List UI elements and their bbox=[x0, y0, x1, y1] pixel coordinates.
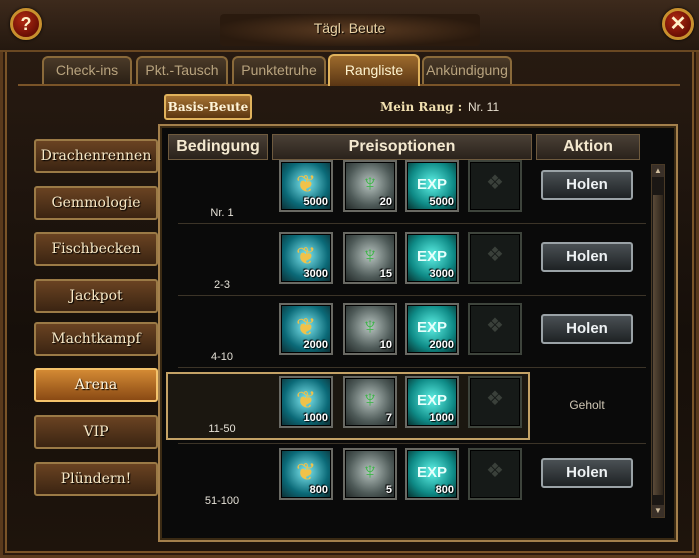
wings-item-icon: ❦ bbox=[295, 314, 317, 341]
silver-coin-icon: ♆ bbox=[361, 458, 379, 485]
tab-bar: Check-ins Pkt.-Tausch Punktetruhe Rangli… bbox=[18, 52, 680, 86]
claimed-status: Geholt bbox=[569, 398, 605, 412]
reward-slot[interactable]: ♆ 15 bbox=[343, 232, 397, 284]
sidebar-item-jackpot[interactable]: Jackpot bbox=[34, 279, 158, 313]
silver-coin-icon: ♆ bbox=[361, 386, 379, 413]
tab-check-ins[interactable]: Check-ins bbox=[42, 56, 132, 84]
scroll-up-icon[interactable]: ▲ bbox=[652, 165, 664, 177]
empty-slot-icon: ❖ bbox=[486, 244, 504, 266]
reward-slot[interactable]: ♆ 7 bbox=[343, 376, 397, 428]
reward-quantity: 2000 bbox=[429, 339, 454, 351]
sidebar-item-arena[interactable]: Arena bbox=[34, 368, 158, 402]
close-button[interactable]: ✕ bbox=[662, 8, 694, 40]
reward-quantity: 10 bbox=[379, 339, 392, 351]
reward-quantity: 5000 bbox=[429, 196, 454, 208]
reward-slot[interactable]: ❦ 3000 bbox=[279, 232, 333, 284]
empty-slot-icon: ❖ bbox=[486, 460, 504, 482]
reward-quantity: 3000 bbox=[303, 268, 328, 280]
exp-orb-icon: EXP bbox=[416, 392, 447, 409]
tab-ankuendigung[interactable]: Ankündigung bbox=[422, 56, 512, 84]
reward-quantity: 20 bbox=[379, 196, 392, 208]
reward-quantity: 1000 bbox=[429, 412, 454, 424]
reward-slot[interactable]: ♆ 20 bbox=[343, 160, 397, 212]
empty-slot-icon: ❖ bbox=[486, 388, 504, 410]
scroll-thumb[interactable] bbox=[653, 195, 663, 495]
reward-slot[interactable]: ♆ 5 bbox=[343, 448, 397, 500]
reward-quantity: 5 bbox=[385, 484, 392, 496]
reward-quantity: 2000 bbox=[303, 339, 328, 351]
exp-orb-icon: EXP bbox=[416, 319, 447, 336]
window-title: Tägl. Beute bbox=[313, 20, 386, 36]
rank-condition: 51-100 bbox=[204, 495, 240, 507]
reward-slot[interactable]: EXP 800 bbox=[405, 448, 459, 500]
wings-item-icon: ❦ bbox=[295, 387, 317, 414]
claim-button[interactable]: Holen bbox=[541, 314, 633, 344]
claim-button[interactable]: Holen bbox=[541, 458, 633, 488]
row-divider bbox=[178, 223, 646, 224]
reward-slot-empty: ❖ bbox=[468, 232, 522, 284]
reward-slot-empty: ❖ bbox=[468, 376, 522, 428]
claim-button[interactable]: Holen bbox=[541, 242, 633, 272]
reward-slot[interactable]: ❦ 800 bbox=[279, 448, 333, 500]
reward-quantity: 800 bbox=[435, 484, 454, 496]
silver-coin-icon: ♆ bbox=[361, 170, 379, 197]
tab-rangliste[interactable]: Rangliste bbox=[328, 54, 420, 86]
row-divider bbox=[178, 295, 646, 296]
reward-slot-empty: ❖ bbox=[468, 448, 522, 500]
reward-quantity: 15 bbox=[379, 268, 392, 280]
row-divider bbox=[178, 443, 646, 444]
silver-coin-icon: ♆ bbox=[361, 313, 379, 340]
rank-condition: 2-3 bbox=[214, 279, 230, 291]
reward-quantity: 7 bbox=[385, 412, 392, 424]
reward-quantity: 5000 bbox=[303, 196, 328, 208]
reward-slot[interactable]: ❦ 5000 bbox=[279, 160, 333, 212]
sidebar-item-pluendern[interactable]: Plündern! bbox=[34, 462, 158, 496]
reward-slot[interactable]: EXP 3000 bbox=[405, 232, 459, 284]
my-rank-value: Nr. 11 bbox=[468, 100, 500, 114]
row-divider bbox=[178, 367, 646, 368]
claim-button[interactable]: Holen bbox=[541, 170, 633, 200]
subtab-basis-beute[interactable]: Basis-Beute bbox=[164, 94, 252, 120]
wings-item-icon: ❦ bbox=[295, 459, 317, 486]
silver-coin-icon: ♆ bbox=[361, 242, 379, 269]
reward-quantity: 1000 bbox=[303, 412, 328, 424]
rank-condition: Nr. 1 bbox=[210, 207, 234, 219]
empty-slot-icon: ❖ bbox=[486, 172, 504, 194]
exp-orb-icon: EXP bbox=[416, 464, 447, 481]
sidebar-item-machtkampf[interactable]: Machtkampf bbox=[34, 322, 158, 356]
reward-slot-empty: ❖ bbox=[468, 303, 522, 355]
tab-punktetruhe[interactable]: Punktetruhe bbox=[232, 56, 326, 84]
rank-condition: 4-10 bbox=[210, 351, 234, 363]
reward-slot[interactable]: EXP 2000 bbox=[405, 303, 459, 355]
rank-condition: 11-50 bbox=[208, 423, 236, 435]
reward-slot[interactable]: ♆ 10 bbox=[343, 303, 397, 355]
scrollbar[interactable]: ▲ ▼ bbox=[651, 164, 665, 518]
sidebar-item-gemmologie[interactable]: Gemmologie bbox=[34, 186, 158, 220]
my-rank-label: Mein Rang : bbox=[380, 100, 463, 114]
reward-quantity: 3000 bbox=[429, 268, 454, 280]
reward-slot[interactable]: ❦ 2000 bbox=[279, 303, 333, 355]
wings-item-icon: ❦ bbox=[295, 243, 317, 270]
empty-slot-icon: ❖ bbox=[486, 315, 504, 337]
column-header-rewards: Preisoptionen bbox=[272, 134, 532, 160]
column-header-action: Aktion bbox=[536, 134, 640, 160]
reward-slot[interactable]: EXP 5000 bbox=[405, 160, 459, 212]
wings-item-icon: ❦ bbox=[295, 171, 317, 198]
column-header-condition: Bedingung bbox=[168, 134, 268, 160]
sidebar-item-fischbecken[interactable]: Fischbecken bbox=[34, 232, 158, 266]
help-button[interactable]: ? bbox=[10, 8, 42, 40]
exp-orb-icon: EXP bbox=[416, 176, 447, 193]
exp-orb-icon: EXP bbox=[416, 248, 447, 265]
reward-quantity: 800 bbox=[309, 484, 328, 496]
reward-slot[interactable]: ❦ 1000 bbox=[279, 376, 333, 428]
reward-slot-empty: ❖ bbox=[468, 160, 522, 212]
reward-slot[interactable]: EXP 1000 bbox=[405, 376, 459, 428]
scroll-down-icon[interactable]: ▼ bbox=[652, 505, 664, 517]
sidebar-item-vip[interactable]: VIP bbox=[34, 415, 158, 449]
sidebar-item-drachenrennen[interactable]: Drachenrennen bbox=[34, 139, 158, 173]
tab-pkt-tausch[interactable]: Pkt.-Tausch bbox=[136, 56, 228, 84]
